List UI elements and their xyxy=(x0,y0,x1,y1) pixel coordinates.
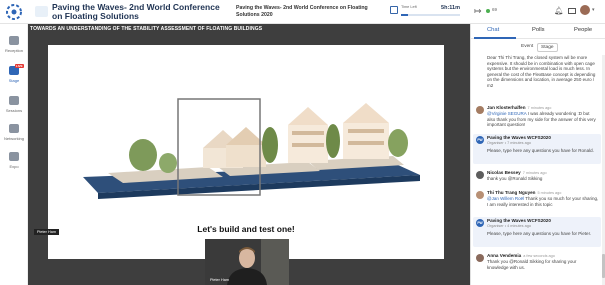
chat-message-time: a few seconds ago xyxy=(523,254,555,258)
time-left-progress xyxy=(401,14,460,16)
avatar xyxy=(476,191,484,199)
nav-label: Expo xyxy=(9,164,19,169)
slide-caption: Let's build and test one! xyxy=(197,224,295,234)
chat-message-time: 7 minutes ago xyxy=(522,171,547,175)
handshake-icon xyxy=(9,124,19,133)
tab-chat[interactable]: Chat xyxy=(487,27,499,33)
nav-item-reception[interactable]: Reception xyxy=(0,36,28,64)
tab-people[interactable]: People xyxy=(574,27,592,33)
floating-houses-illustration xyxy=(83,98,420,199)
nav-label: Networking xyxy=(3,136,24,141)
chat-message-author: Paving the Waves WCFS2020 xyxy=(487,135,551,140)
sessions-grid-icon xyxy=(9,96,19,105)
panel-tabs: Chat Polls People xyxy=(471,24,605,39)
chat-message-author: Jan Klosterhalfen 7 minutes ago xyxy=(487,105,552,110)
active-tab-indicator xyxy=(474,37,516,39)
chat-message-organiser: PW Paving the Waves WCFS2020 Organiser •… xyxy=(473,217,601,247)
nav-item-expo[interactable]: Expo xyxy=(0,152,28,180)
time-left-widget: Time Left 5h:11m xyxy=(390,5,462,19)
stage-talk-title: TOWARDS AN UNDERSTANDING OF THE STABILIT… xyxy=(30,26,263,32)
expo-booth-icon xyxy=(9,152,19,161)
app-logo-icon[interactable] xyxy=(6,4,22,20)
clock-icon xyxy=(390,6,398,14)
top-bar-actions: ↦ 69 🔔︎ ▾ xyxy=(472,5,605,18)
chat-message-author: Anna Vendemia a few seconds ago xyxy=(487,253,555,258)
user-avatar[interactable] xyxy=(580,5,590,15)
presenter-name-tag: Pieter Ham xyxy=(34,229,59,235)
presenter-camera-tile[interactable]: Pieter Ham xyxy=(205,239,289,285)
nav-item-sessions[interactable]: Sessions xyxy=(0,96,28,124)
exit-icon[interactable]: ↦ xyxy=(474,6,482,16)
nav-label: Sessions xyxy=(5,108,23,113)
avatar: PW xyxy=(476,219,484,227)
subtab-stage[interactable]: Stage xyxy=(537,43,558,52)
chat-message-text: @Virginie SEGURA I was already wondering… xyxy=(487,111,596,128)
left-nav: Reception LIVE Stage Sessions Networking… xyxy=(0,24,28,285)
nav-item-stage[interactable]: LIVE Stage xyxy=(0,64,28,94)
online-count: 69 xyxy=(492,7,498,12)
nav-label: Reception xyxy=(4,48,23,53)
chat-message-author: Nicolas Bessey 7 minutes ago xyxy=(487,170,547,175)
session-title: Paving the Waves- 2nd World Conference o… xyxy=(236,5,368,18)
chat-message: Dear Thi Thi Trang, the closed system wi… xyxy=(473,55,601,101)
chat-message: Thi Thu Trang Nguyen 5 minutes ago @Jan W… xyxy=(473,189,601,217)
chat-message-role: Organiser • 4 minutes ago xyxy=(487,224,531,228)
chat-subtabs: Event Stage xyxy=(471,43,605,53)
avatar xyxy=(476,254,484,262)
online-indicator xyxy=(486,9,490,13)
chat-message-organiser: PW Paving the Waves WCFS2020 Organiser •… xyxy=(473,134,601,164)
mention-link[interactable]: @Virginie SEGURA xyxy=(487,111,527,116)
subtab-event[interactable]: Event xyxy=(518,43,536,50)
chat-message-text: Please, type here any questions you have… xyxy=(487,148,594,153)
presentation-slide: Let's build and test one! xyxy=(48,45,444,259)
chat-message-text: @Jan Willem Roël Thank you so much for y… xyxy=(487,196,599,207)
nav-item-networking[interactable]: Networking xyxy=(0,124,28,152)
chat-message-time: 5 minutes ago xyxy=(537,191,562,195)
conference-title: Paving the Waves- 2nd World Conference o… xyxy=(52,2,220,21)
chat-message-role: Organiser • 7 minutes ago xyxy=(487,141,531,145)
chat-message-author: Paving the Waves WCFS2020 xyxy=(487,218,551,223)
avatar xyxy=(476,106,484,114)
chevron-down-icon[interactable]: ▾ xyxy=(592,7,595,13)
live-badge: LIVE xyxy=(15,64,24,68)
avatar: PW xyxy=(476,136,484,144)
chat-message: Nicolas Bessey 7 minutes ago thank you @R… xyxy=(473,169,601,189)
chat-message-text: Thank you @Ronald Sikking for sharing yo… xyxy=(487,259,577,270)
bell-icon[interactable]: 🔔︎ xyxy=(554,7,564,15)
avatar xyxy=(476,171,484,179)
chat-message-author: Thi Thu Trang Nguyen 5 minutes ago xyxy=(487,190,562,195)
conference-logo xyxy=(35,6,48,17)
side-panel: Chat Polls People Event Stage Dear Thi T… xyxy=(470,24,605,285)
chat-message-text: Dear Thi Thi Trang, the closed system wi… xyxy=(487,55,596,88)
time-left-value: 5h:11m xyxy=(441,5,460,11)
mention-link[interactable]: @Jan Willem Roël xyxy=(487,196,524,201)
chat-message-text: thank you @Ronald Sikking xyxy=(487,176,543,181)
stage-area: TOWARDS AN UNDERSTANDING OF THE STABILIT… xyxy=(28,24,470,285)
chat-message-text: Please, type here any questions you have… xyxy=(487,231,592,236)
time-left-label: Time Left xyxy=(401,5,417,9)
mail-icon[interactable] xyxy=(568,8,576,14)
time-left-progress-fill xyxy=(401,14,409,16)
tab-polls[interactable]: Polls xyxy=(532,27,545,33)
camera-name-tag: Pieter Ham xyxy=(210,278,229,282)
top-bar: Paving the Waves- 2nd World Conference o… xyxy=(0,0,605,24)
nav-label: Stage xyxy=(8,78,20,83)
chat-message-time: 7 minutes ago xyxy=(527,106,552,110)
chat-message: Anna Vendemia a few seconds ago Thank you… xyxy=(473,252,601,282)
home-icon xyxy=(9,36,19,45)
